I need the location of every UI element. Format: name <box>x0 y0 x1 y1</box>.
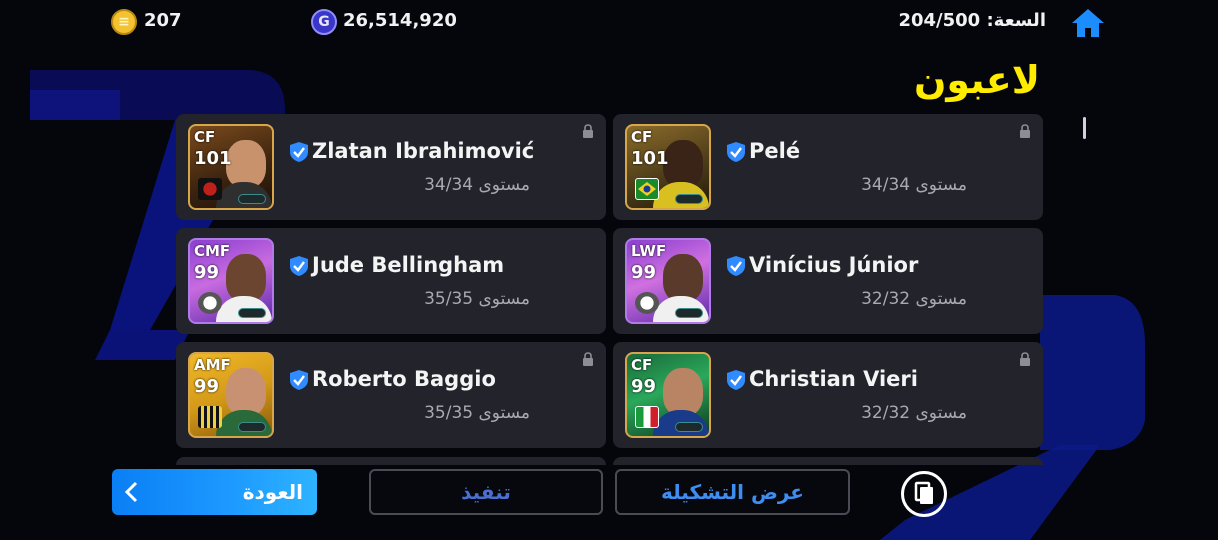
player-name: Christian Vieri <box>749 367 918 391</box>
player-card[interactable]: CF 101 Pelé مستوى 34/34 <box>613 114 1043 220</box>
club-emblem-icon <box>198 178 222 200</box>
back-button[interactable]: العودة <box>112 469 317 515</box>
top-bar: ≡ 207 G 26,514,920 السعة: 204/500 <box>0 0 1218 44</box>
player-level: مستوى 32/32 <box>861 289 967 309</box>
skill-dots-icon <box>238 308 266 318</box>
page-title: لاعبون <box>913 58 1040 102</box>
capacity-label: السعة: <box>986 10 1046 31</box>
player-level: مستوى 35/35 <box>424 289 530 309</box>
player-name: Zlatan Ibrahimović <box>312 139 535 163</box>
player-level: مستوى 34/34 <box>861 175 967 195</box>
player-thumbnail: AMF 99 <box>188 352 274 438</box>
player-level: مستوى 35/35 <box>424 403 530 423</box>
club-emblem-icon <box>198 406 222 428</box>
player-position: LWF <box>631 242 667 260</box>
scrollbar[interactable] <box>1083 117 1086 139</box>
player-card-partial[interactable] <box>613 457 1043 465</box>
player-thumbnail: CF 99 <box>625 352 711 438</box>
player-name: Jude Bellingham <box>312 253 505 277</box>
player-rating: 99 <box>194 376 220 397</box>
show-formation-button[interactable]: عرض التشكيلة <box>615 469 850 515</box>
player-rating: 99 <box>631 376 657 397</box>
player-position: CF <box>631 356 653 374</box>
back-button-label: العودة <box>242 480 303 504</box>
club-emblem-icon <box>198 292 222 314</box>
show-formation-button-label: عرض التشكيلة <box>661 480 804 504</box>
player-level: مستوى 32/32 <box>861 403 967 423</box>
chevron-left-icon <box>124 481 138 503</box>
skill-dots-icon <box>238 422 266 432</box>
player-card[interactable]: LWF 99 Vinícius Júnior مستوى 32/32 <box>613 228 1043 334</box>
brazil-flag-icon <box>635 178 659 200</box>
capacity-value: 204/500 <box>898 10 981 31</box>
verified-shield-icon <box>290 256 308 276</box>
player-name: Vinícius Júnior <box>749 253 919 277</box>
player-rating: 101 <box>194 148 232 169</box>
player-card-partial[interactable] <box>176 457 606 465</box>
skill-dots-icon <box>675 422 703 432</box>
lock-icon <box>583 352 593 366</box>
home-icon[interactable] <box>1070 6 1106 40</box>
player-position: AMF <box>194 356 231 374</box>
verified-shield-icon <box>290 142 308 162</box>
player-card[interactable]: AMF 99 Roberto Baggio مستوى 35/35 <box>176 342 606 448</box>
player-position: CF <box>194 128 216 146</box>
player-card[interactable]: CF 101 Zlatan Ibrahimović مستوى 34/34 <box>176 114 606 220</box>
pages-icon[interactable] <box>901 471 947 517</box>
capacity: السعة: 204/500 <box>898 10 1046 31</box>
lock-icon <box>1020 124 1030 138</box>
verified-shield-icon <box>290 370 308 390</box>
player-thumbnail: CF 101 <box>188 124 274 210</box>
verified-shield-icon <box>727 256 745 276</box>
club-emblem-icon <box>635 292 659 314</box>
execute-button-label: تنفيذ <box>461 480 511 504</box>
player-card[interactable]: CMF 99 Jude Bellingham مستوى 35/35 <box>176 228 606 334</box>
player-position: CMF <box>194 242 231 260</box>
skill-dots-icon <box>675 194 703 204</box>
player-rating: 101 <box>631 148 669 169</box>
italy-flag-icon <box>635 406 659 428</box>
player-thumbnail: CF 101 <box>625 124 711 210</box>
player-name: Pelé <box>749 139 801 163</box>
player-level: مستوى 34/34 <box>424 175 530 195</box>
player-thumbnail: CMF 99 <box>188 238 274 324</box>
skill-dots-icon <box>675 308 703 318</box>
lock-icon <box>1020 352 1030 366</box>
player-thumbnail: LWF 99 <box>625 238 711 324</box>
execute-button[interactable]: تنفيذ <box>369 469 603 515</box>
verified-shield-icon <box>727 142 745 162</box>
e-coin-icon: ≡ <box>111 9 137 35</box>
player-rating: 99 <box>194 262 220 283</box>
player-rating: 99 <box>631 262 657 283</box>
skill-dots-icon <box>238 194 266 204</box>
lock-icon <box>583 124 593 138</box>
player-name: Roberto Baggio <box>312 367 496 391</box>
gp-value: 26,514,920 <box>343 10 457 31</box>
player-position: CF <box>631 128 653 146</box>
player-card[interactable]: CF 99 Christian Vieri مستوى 32/32 <box>613 342 1043 448</box>
gp-coin-icon: G <box>311 9 337 35</box>
coins-value: 207 <box>144 10 182 31</box>
verified-shield-icon <box>727 370 745 390</box>
